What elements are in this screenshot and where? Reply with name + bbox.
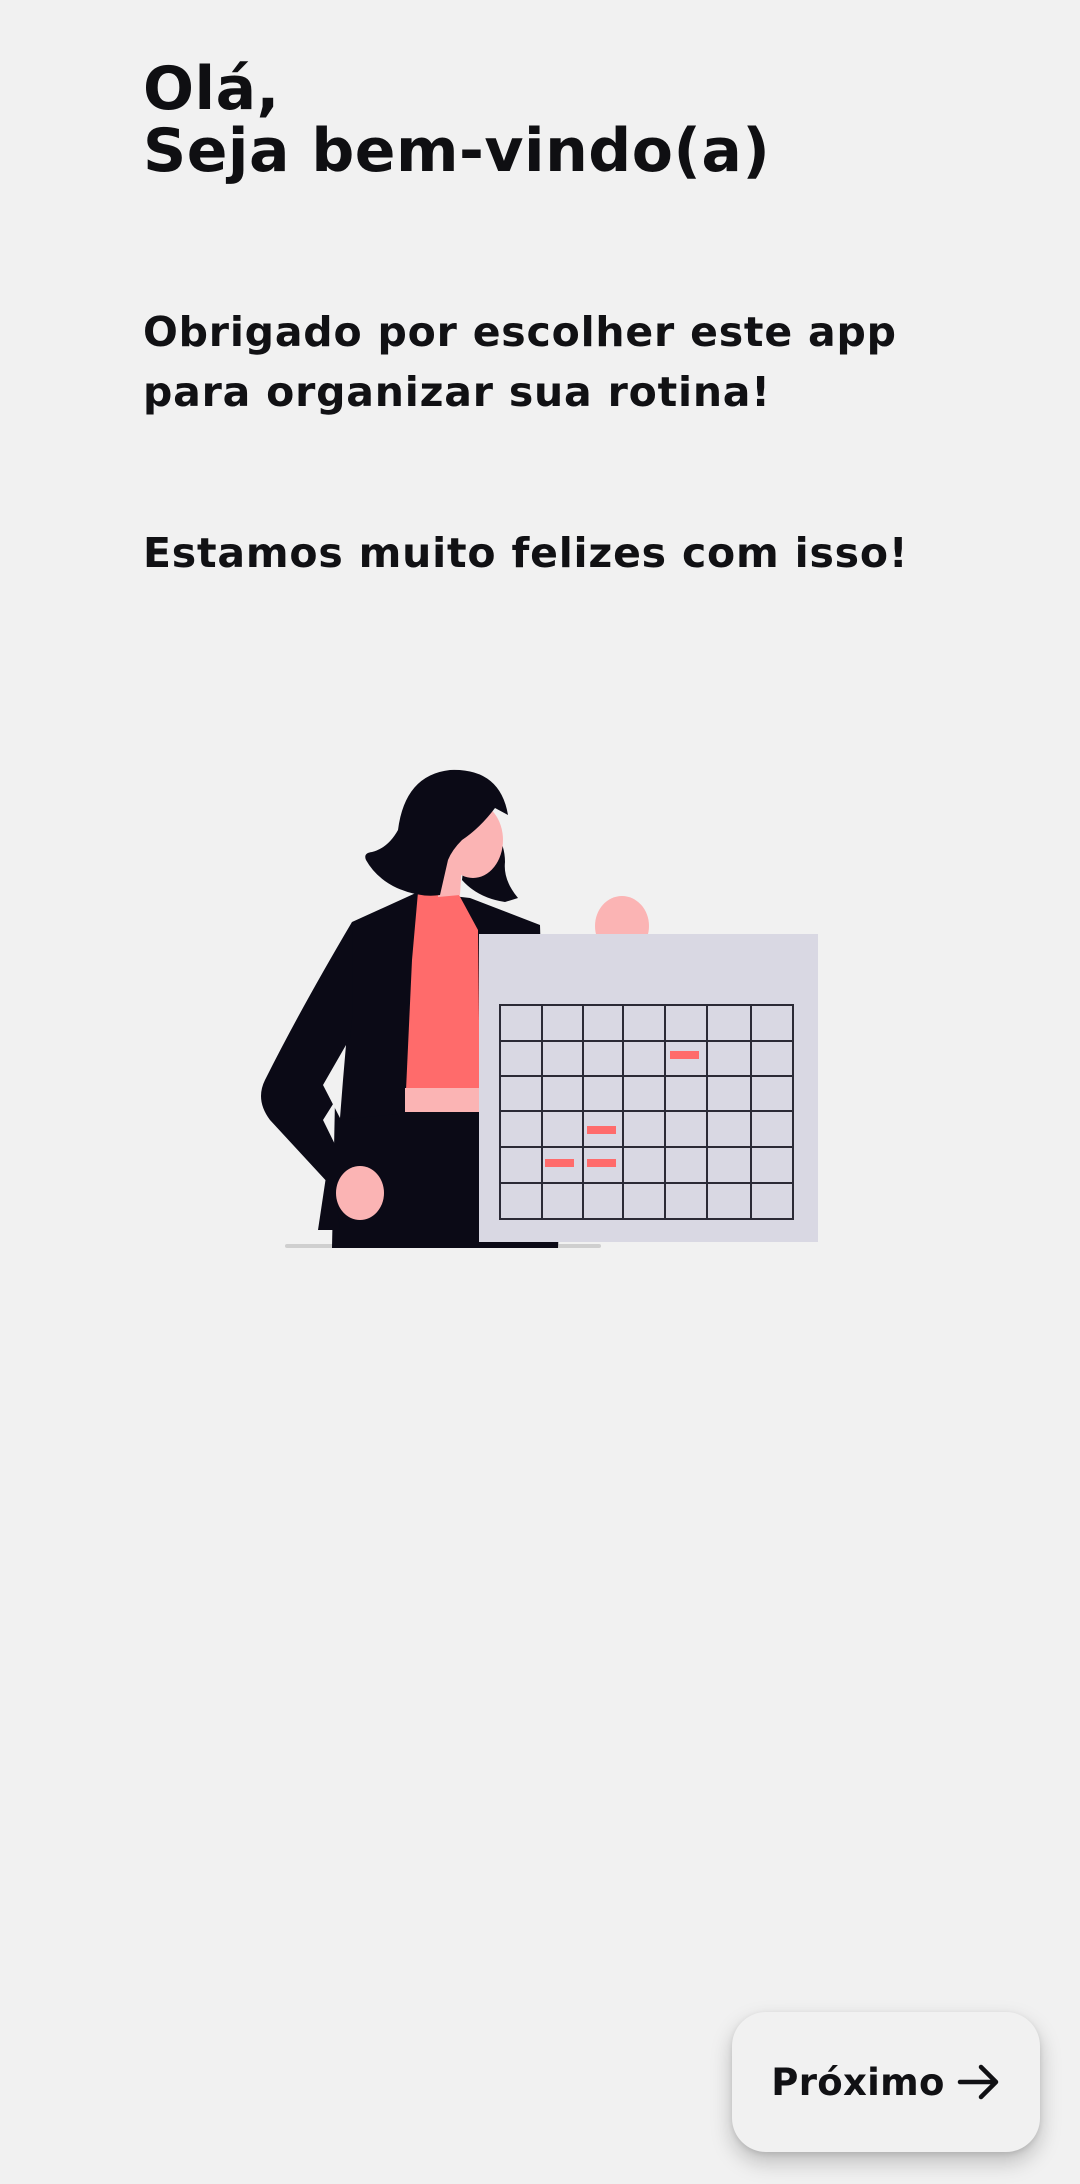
next-button-label: Próximo (771, 2060, 945, 2104)
thanks-message: Obrigado por escolher este app para orga… (143, 302, 897, 422)
arrow-right-icon (957, 2062, 1001, 2102)
greeting-line-2: Seja bem-vindo(a) (143, 116, 771, 186)
next-button[interactable]: Próximo (732, 2012, 1040, 2152)
greeting-line-1: Olá, (143, 54, 280, 124)
shirt (405, 892, 480, 1112)
shirt-waist (405, 1088, 483, 1112)
calendar-event-mark (670, 1051, 699, 1059)
thanks-line-1: Obrigado por escolher este app (143, 308, 897, 356)
calendar-event-mark (587, 1126, 616, 1134)
calendar-event-mark (587, 1159, 616, 1167)
thanks-line-2: para organizar sua rotina! (143, 368, 771, 416)
calendar-event-mark (545, 1159, 574, 1167)
calendar-board (479, 934, 818, 1242)
left-hand (336, 1166, 384, 1220)
woman-holding-calendar-illustration (255, 765, 820, 1255)
welcome-title: Olá, Seja bem-vindo(a) (143, 58, 770, 182)
happy-message: Estamos muito felizes com isso! (143, 529, 909, 577)
